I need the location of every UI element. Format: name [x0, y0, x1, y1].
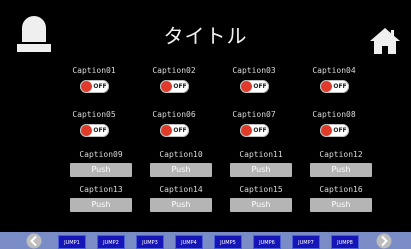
toggle-caption: Caption05: [72, 110, 116, 119]
toggle-cell-04: Caption04 OFF: [294, 66, 374, 97]
jump-button-1[interactable]: JUMP1: [58, 235, 86, 249]
push-button-16[interactable]: Push: [310, 198, 372, 212]
toggle-knob: [320, 125, 332, 136]
push-cell-15: Caption15 Push: [230, 185, 292, 212]
jump-button-6[interactable]: JUMP6: [253, 235, 281, 249]
toggle-cell-01: Caption01 OFF: [54, 66, 134, 97]
toggle-switch-03[interactable]: OFF: [239, 80, 269, 93]
toggle-state: OFF: [333, 83, 347, 90]
toggle-state: OFF: [253, 83, 267, 90]
toggle-knob: [320, 81, 332, 92]
push-button-09[interactable]: Push: [70, 163, 132, 177]
push-caption: Caption12: [319, 150, 363, 159]
push-button-10[interactable]: Push: [150, 163, 212, 177]
push-caption: Caption16: [319, 185, 363, 194]
toggle-state: OFF: [93, 83, 107, 90]
toggle-switch-02[interactable]: OFF: [159, 80, 189, 93]
jump-button-row: JUMP1 JUMP2 JUMP3 JUMP4 JUMP5 JUMP6 JUMP…: [58, 235, 364, 249]
push-cell-16: Caption16 Push: [310, 185, 372, 212]
push-button-15[interactable]: Push: [230, 198, 292, 212]
toggle-knob: [80, 125, 92, 136]
jump-button-8[interactable]: JUMP8: [331, 235, 359, 249]
home-icon[interactable]: [369, 26, 401, 56]
jump-button-7[interactable]: JUMP7: [292, 235, 320, 249]
toggle-caption: Caption02: [152, 66, 196, 75]
hmi-screen: タイトル Caption01 OFF Caption02 OFF Caption…: [0, 0, 411, 249]
push-cell-09: Caption09 Push: [70, 150, 132, 177]
toggle-switch-08[interactable]: OFF: [319, 124, 349, 137]
toggle-state: OFF: [93, 127, 107, 134]
push-cell-12: Caption12 Push: [310, 150, 372, 177]
toggle-state: OFF: [333, 127, 347, 134]
toggle-knob: [240, 81, 252, 92]
toggle-knob: [160, 81, 172, 92]
toggle-cell-08: Caption08 OFF: [294, 110, 374, 141]
push-caption: Caption15: [239, 185, 283, 194]
push-caption: Caption11: [239, 150, 283, 159]
push-button-11[interactable]: Push: [230, 163, 292, 177]
toggle-switch-05[interactable]: OFF: [79, 124, 109, 137]
push-cell-11: Caption11 Push: [230, 150, 292, 177]
toggle-knob: [160, 125, 172, 136]
jump-button-4[interactable]: JUMP4: [175, 235, 203, 249]
push-caption: Caption10: [159, 150, 203, 159]
toggle-caption: Caption07: [232, 110, 276, 119]
toggle-cell-02: Caption02 OFF: [134, 66, 214, 97]
push-cell-10: Caption10 Push: [150, 150, 212, 177]
toggle-cell-05: Caption05 OFF: [54, 110, 134, 141]
chevron-left-icon[interactable]: [26, 233, 42, 249]
jump-button-2[interactable]: JUMP2: [97, 235, 125, 249]
toggle-switch-06[interactable]: OFF: [159, 124, 189, 137]
toggle-caption: Caption04: [312, 66, 356, 75]
chevron-right-icon[interactable]: [376, 233, 392, 249]
toggle-caption: Caption01: [72, 66, 116, 75]
toggle-knob: [80, 81, 92, 92]
push-button-12[interactable]: Push: [310, 163, 372, 177]
push-button-13[interactable]: Push: [70, 198, 132, 212]
push-caption: Caption13: [79, 185, 123, 194]
toggle-switch-07[interactable]: OFF: [239, 124, 269, 137]
push-caption: Caption09: [79, 150, 123, 159]
jump-button-5[interactable]: JUMP5: [214, 235, 242, 249]
toggle-switch-01[interactable]: OFF: [79, 80, 109, 93]
toggle-cell-03: Caption03 OFF: [214, 66, 294, 97]
toggle-state: OFF: [173, 83, 187, 90]
push-cell-13: Caption13 Push: [70, 185, 132, 212]
push-caption: Caption14: [159, 185, 203, 194]
toggle-switch-04[interactable]: OFF: [319, 80, 349, 93]
jump-button-3[interactable]: JUMP3: [136, 235, 164, 249]
toggle-state: OFF: [253, 127, 267, 134]
footer-bar: JUMP1 JUMP2 JUMP3 JUMP4 JUMP5 JUMP6 JUMP…: [0, 232, 411, 249]
page-title: タイトル: [163, 24, 248, 48]
push-cell-14: Caption14 Push: [150, 185, 212, 212]
toggle-caption: Caption08: [312, 110, 356, 119]
push-button-14[interactable]: Push: [150, 198, 212, 212]
header-bar: タイトル: [0, 0, 411, 58]
toggle-knob: [240, 125, 252, 136]
toggle-cell-06: Caption06 OFF: [134, 110, 214, 141]
toggle-cell-07: Caption07 OFF: [214, 110, 294, 141]
toggle-caption: Caption06: [152, 110, 196, 119]
toggle-caption: Caption03: [232, 66, 276, 75]
toggle-state: OFF: [173, 127, 187, 134]
